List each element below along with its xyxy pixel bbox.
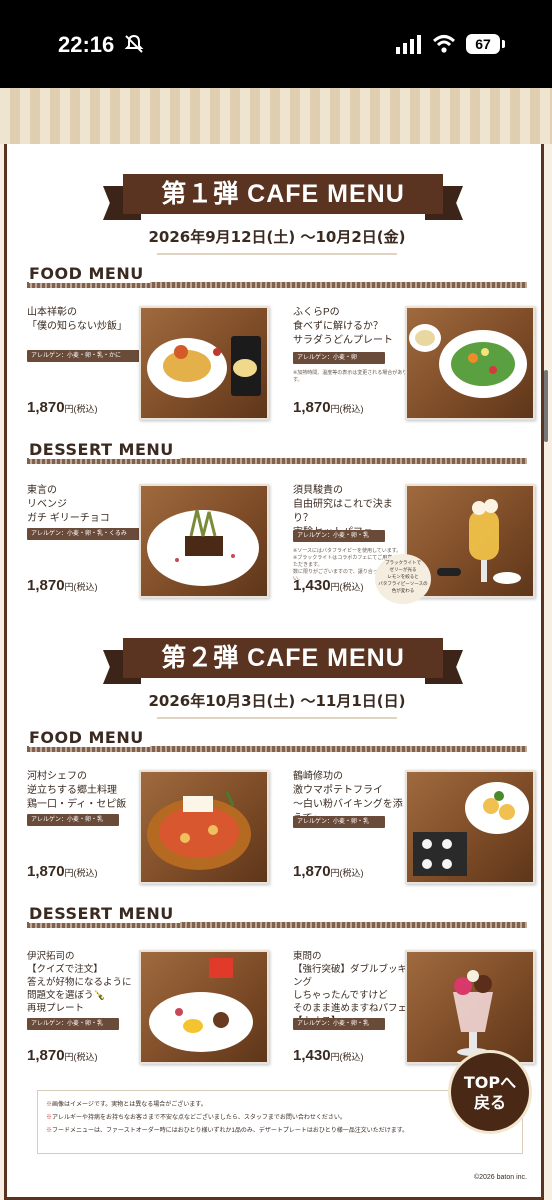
allergen-badge: アレルゲン：小麦・卵・乳 <box>293 1018 385 1030</box>
menu-item[interactable]: 鶴崎修功の 激ウマポテトフライ ～白い粉バイキングを添えて～ アレルゲン：小麦・… <box>293 770 543 886</box>
item-price: 1,870円(税込) <box>27 863 98 880</box>
allergen-badge: アレルゲン：小麦・卵 <box>293 352 385 364</box>
scrollbar[interactable] <box>544 370 548 442</box>
item-photo <box>405 950 535 1064</box>
item-photo <box>139 950 269 1064</box>
status-time: 22:16 <box>58 32 115 57</box>
top-button-line1: TOPへ <box>463 1073 517 1092</box>
menu-item[interactable]: 東言の リベンジ ガチ ギリーチョコ アレルゲン：小麦・卵・乳・くるみ 1,87… <box>27 484 277 600</box>
striped-header <box>0 88 552 144</box>
allergen-badge: アレルゲン：小麦・卵・乳 <box>293 530 385 542</box>
section-title: DESSERT MENU <box>29 904 180 923</box>
menu-item[interactable]: ふくらPの 食べずに解けるか？ サラダうどんプレート アレルゲン：小麦・卵 ※加… <box>293 306 543 422</box>
item-note: ※加熱時間、温度等の表示は変更される場合があります。 <box>293 370 413 383</box>
phase1-dates-text: 2026年9月12日(土) ～10月2日(金) <box>148 228 406 246</box>
item-price: 1,430円(税込) <box>293 577 364 594</box>
section-title: FOOD MENU <box>29 264 150 283</box>
item-price: 1,870円(税込) <box>27 399 98 416</box>
item-name: 山本祥彰の 「僕の知らない炒飯」 <box>27 307 127 332</box>
signal-icon <box>396 35 421 54</box>
item-name: ふくらPの 食べずに解けるか？ サラダうどんプレート <box>293 307 393 346</box>
bell-muted-icon <box>124 34 144 53</box>
item-photo <box>405 770 535 884</box>
note-line: ※フードメニューは、ファーストオーダー時にはおひとり様いずれか1品のみ、デザート… <box>46 1128 409 1134</box>
content-frame: 第１弾 CAFE MENU 2026年9月12日(土) ～10月2日(金) FO… <box>0 144 552 1200</box>
phase2-dates-text: 2026年10月3日(土) ～11月1日(日) <box>148 692 406 710</box>
item-photo <box>139 306 269 420</box>
battery-indicator: 67 <box>466 34 505 54</box>
menu-item[interactable]: 須貝駿貴の 自由研究はこれで決まり？ 実験セットパフェ アレルゲン：小麦・卵・乳… <box>293 484 543 604</box>
divider <box>157 253 397 255</box>
top-button-line2: 戻る <box>473 1093 506 1112</box>
menu-item[interactable]: 伊沢拓司の 【クイズで注文】 答えが好物になるように 問題文を選ぼう🍾 再現プレ… <box>27 950 277 1070</box>
item-price: 1,870円(税込) <box>27 577 98 594</box>
menu-item[interactable]: 河村シェフの 逆立ちする郷土料理 鶏一口・ディ・セピ飯 アレルゲン：小麦・卵・乳… <box>27 770 277 886</box>
item-price: 1,430円(税込) <box>293 1047 364 1064</box>
item-name: 東言の リベンジ ガチ ギリーチョコ <box>27 485 110 524</box>
phase2-dessert-section: DESSERT MENU <box>27 904 527 928</box>
info-bubble: ブラックライトで ゼリーが光る レモンを絞ると バタフライピーソースの 色が変わ… <box>375 554 431 604</box>
note-line: ※アレルギーや持病をお持ちなお客さまで不安な点などございましたら、スタッフまでお… <box>46 1115 346 1121</box>
phase1-banner: 第１弾 CAFE MENU <box>103 174 463 220</box>
phase2-banner: 第２弾 CAFE MENU <box>103 638 463 684</box>
phase1-banner-title: 第１弾 CAFE MENU <box>123 174 443 214</box>
back-to-top-button[interactable]: TOPへ 戻る <box>448 1050 532 1134</box>
allergen-badge: アレルゲン：小麦・卵・乳 <box>27 1018 119 1030</box>
allergen-badge: アレルゲン：小麦・卵・乳 <box>293 816 385 828</box>
item-photo <box>139 770 269 884</box>
menu-item[interactable]: 山本祥彰の 「僕の知らない炒飯」 アレルゲン：小麦・卵・乳・かに 1,870円(… <box>27 306 277 422</box>
phase1-dates: 2026年9月12日(土) ～10月2日(金) <box>7 226 547 255</box>
wifi-icon <box>432 35 456 53</box>
phase1-food-section: FOOD MENU <box>27 264 527 288</box>
item-name: 河村シェフの 逆立ちする郷土料理 鶏一口・ディ・セピ飯 <box>27 771 127 810</box>
copyright: ©2026 baton inc. <box>473 1174 527 1181</box>
phase2-dates: 2026年10月3日(土) ～11月1日(日) <box>7 690 547 719</box>
phase2-food-section: FOOD MENU <box>27 728 527 752</box>
item-photo <box>139 484 269 598</box>
status-bar: 22:16 67 <box>0 0 552 88</box>
divider <box>157 717 397 719</box>
allergen-badge: アレルゲン：小麦・卵・乳・くるみ <box>27 528 143 540</box>
phase2-banner-title: 第２弾 CAFE MENU <box>123 638 443 678</box>
phase1-dessert-section: DESSERT MENU <box>27 440 527 464</box>
item-photo <box>405 306 535 420</box>
section-title: FOOD MENU <box>29 728 150 747</box>
item-price: 1,870円(税込) <box>293 399 364 416</box>
allergen-badge: アレルゲン：小麦・卵・乳 <box>27 814 119 826</box>
item-name: 伊沢拓司の 【クイズで注文】 答えが好物になるように 問題文を選ぼう🍾 再現プレ… <box>27 951 132 1014</box>
item-price: 1,870円(税込) <box>293 863 364 880</box>
section-title: DESSERT MENU <box>29 440 180 459</box>
item-name: 東問の 【強行突破】ダブルブッキング しちゃったんですけど そのまま進めますねパ… <box>293 951 408 1027</box>
item-price: 1,870円(税込) <box>27 1047 98 1064</box>
menu-panel: 第１弾 CAFE MENU 2026年9月12日(土) ～10月2日(金) FO… <box>4 144 544 1200</box>
note-line: ※画像はイメージです。実物とは異なる場合がございます。 <box>46 1102 207 1108</box>
allergen-badge: アレルゲン：小麦・卵・乳・かに <box>27 350 143 362</box>
